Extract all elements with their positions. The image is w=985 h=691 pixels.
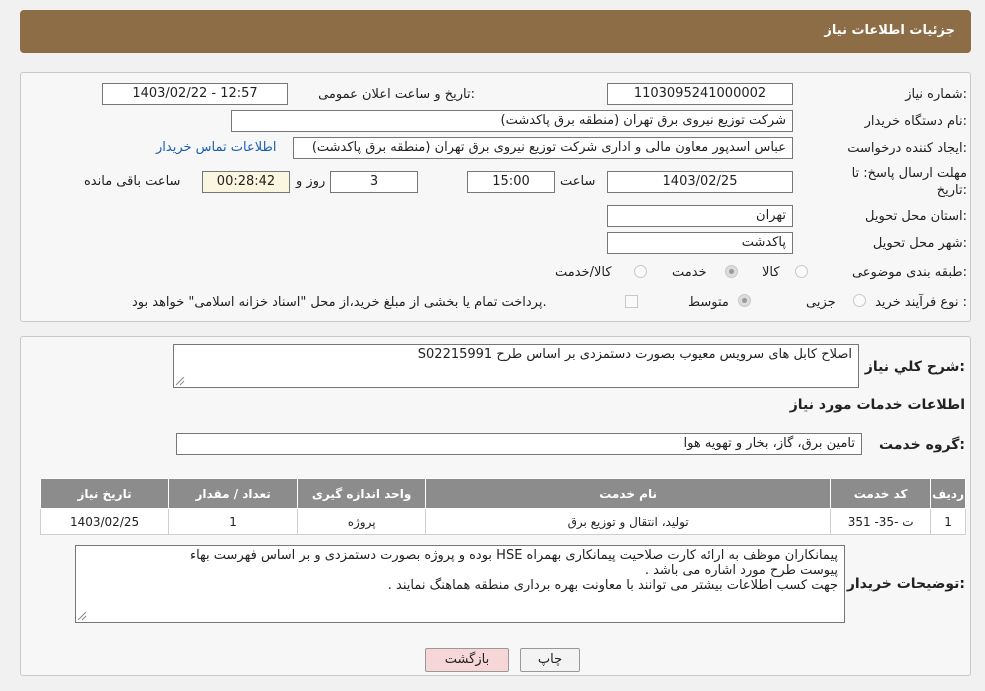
summary-textarea: اصلاح کابل های سرویس معیوب بصورت دستمزدی… (173, 344, 859, 388)
service-group-label: گروه خدمت: (879, 437, 965, 453)
requester-field: عباس اسدپور معاون مالی و اداری شرکت توزی… (293, 137, 793, 159)
requester-label: ایجاد کننده درخواست: (847, 141, 967, 156)
buyer-org-label: نام دستگاه خریدار: (864, 114, 967, 129)
announce-date-field: 1403/02/22 - 12:57 (102, 83, 288, 105)
process-minor-radio[interactable] (853, 294, 866, 307)
city-field: پاکدشت (607, 232, 793, 254)
buyer-contact-link[interactable]: اطلاعات تماس خریدار (156, 140, 276, 155)
treasury-payment-note: پرداخت تمام یا بخشی از مبلغ خرید،از محل … (132, 295, 547, 310)
category-goods-radio[interactable] (795, 265, 808, 278)
buyer-notes-line: پیوست طرح مورد اشاره می باشد . (644, 563, 838, 578)
col-need-date-header: تاریخ نیاز (39, 478, 170, 509)
buyer-notes-textarea: پیمانکاران موظف به ارائه کارت صلاحیت پیم… (75, 545, 845, 623)
cell-need-date: 1403/02/25 (39, 508, 170, 535)
city-label: شهر محل تحویل: (872, 236, 967, 251)
treasury-payment-checkbox[interactable] (625, 295, 638, 308)
services-table: ردیف کد خدمت نام خدمت واحد اندازه گیری ت… (39, 478, 966, 535)
cell-quantity: 1 (168, 508, 299, 535)
deadline-time-label: ساعت (560, 174, 596, 189)
need-number-label: شماره نیاز: (905, 87, 967, 102)
print-button[interactable]: چاپ (520, 648, 580, 672)
announce-date-label: تاریخ و ساعت اعلان عمومی: (318, 87, 475, 102)
page-title: جزئیات اطلاعات نیاز (824, 23, 955, 38)
buyer-notes-line: پیمانکاران موظف به ارائه کارت صلاحیت پیم… (189, 548, 838, 563)
process-minor-label: جزیی (806, 295, 836, 310)
process-type-label: نوع فرآیند خرید : (875, 295, 967, 310)
col-quantity-header: تعداد / مقدار (168, 478, 299, 509)
process-medium-label: متوسط (688, 295, 729, 310)
buyer-org-field: شرکت توزیع نیروی برق تهران (منطقه برق پا… (231, 110, 793, 132)
province-label: استان محل تحویل: (865, 209, 967, 224)
cell-row: 1 (930, 508, 966, 535)
services-section-title: اطلاعات خدمات مورد نیاز (789, 397, 965, 413)
summary-text: اصلاح کابل های سرویس معیوب بصورت دستمزدی… (417, 347, 852, 362)
summary-label: شرح کلي نياز: (864, 359, 965, 375)
col-unit-header: واحد اندازه گیری (297, 478, 427, 509)
days-remaining-field: 3 (330, 171, 418, 193)
deadline-label-line2: تاریخ: (936, 183, 967, 198)
cell-unit: پروژه (297, 508, 427, 535)
table-row: 1 ت -35- 351 تولید، انتقال و توزیع برق پ… (39, 508, 966, 535)
category-service-label: خدمت (672, 265, 707, 280)
province-field: تهران (607, 205, 793, 227)
remaining-time-field: 00:28:42 (202, 171, 290, 193)
col-row-header: ردیف (930, 478, 966, 509)
category-service-radio[interactable] (725, 265, 738, 278)
buyer-notes-line: جهت کسب اطلاعات بیشتر می توانند با معاون… (387, 578, 838, 593)
need-number-field: 1103095241000002 (607, 83, 793, 105)
deadline-time-field: 15:00 (467, 171, 555, 193)
remaining-time-label: ساعت باقی مانده (84, 174, 181, 189)
page-header: جزئیات اطلاعات نیاز (20, 10, 971, 53)
buyer-notes-label: توضیحات خریدار: (846, 576, 965, 592)
col-service-name-header: نام خدمت (425, 478, 832, 509)
category-goods-service-label: کالا/خدمت (555, 265, 612, 280)
cell-service-name: تولید، انتقال و توزیع برق (425, 508, 832, 535)
resize-grip-icon[interactable] (176, 377, 185, 386)
process-medium-radio[interactable] (738, 294, 751, 307)
table-header-row: ردیف کد خدمت نام خدمت واحد اندازه گیری ت… (39, 478, 966, 509)
service-group-field: تامین برق، گاز، بخار و تهویه هوا (176, 433, 862, 455)
deadline-date-field: 1403/02/25 (607, 171, 793, 193)
cell-service-code: ت -35- 351 (830, 508, 932, 535)
resize-grip-icon[interactable] (78, 612, 87, 621)
deadline-label: مهلت ارسال پاسخ: تا (851, 166, 967, 181)
category-goods-service-radio[interactable] (634, 265, 647, 278)
category-label: طبقه بندی موضوعی: (851, 265, 967, 280)
days-label: روز و (296, 174, 326, 189)
back-button[interactable]: بازگشت (425, 648, 509, 672)
col-service-code-header: کد خدمت (830, 478, 932, 509)
category-goods-label: کالا (762, 265, 780, 280)
